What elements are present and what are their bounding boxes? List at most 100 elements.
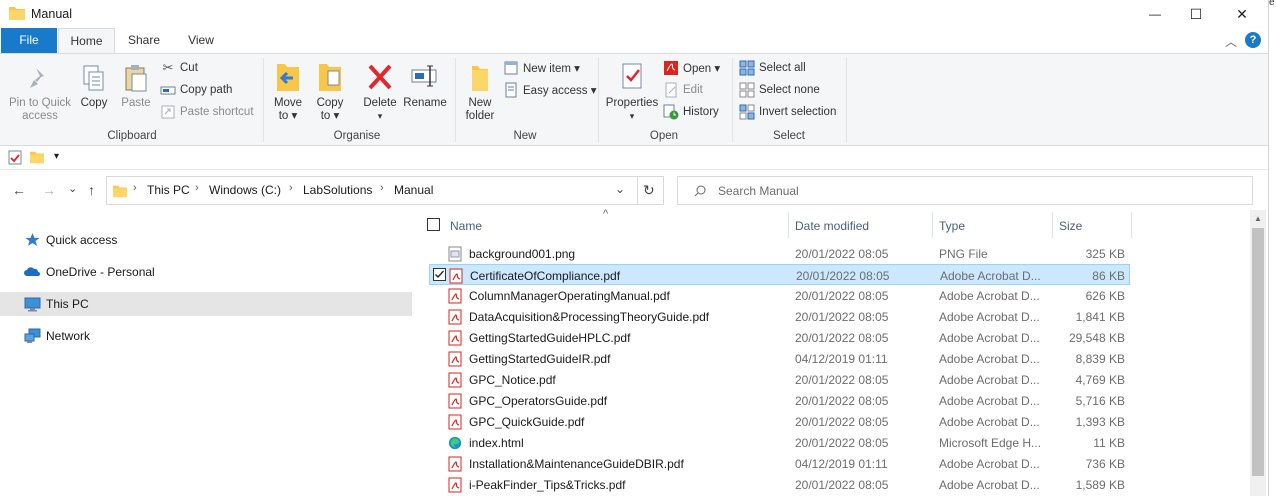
- invert-selection-button[interactable]: Invert selection: [739, 102, 836, 122]
- new-folder-icon: [472, 66, 488, 91]
- new-item-button[interactable]: New item ▾: [503, 58, 580, 78]
- search-icon: [694, 185, 706, 197]
- open-button[interactable]: Open ▾: [663, 58, 720, 78]
- network-icon: [24, 328, 41, 343]
- pdf-file-icon: [448, 309, 462, 325]
- paste-button[interactable]: Paste: [118, 64, 154, 110]
- new-folder-icon[interactable]: [30, 150, 44, 164]
- file-row[interactable]: index.html 20/01/2022 08:05 Microsoft Edge…: [429, 432, 1129, 453]
- refresh-button[interactable]: ↻: [643, 182, 655, 199]
- file-row[interactable]: GettingStartedGuideIR.pdf 04/12/2019 01:1…: [429, 348, 1129, 369]
- column-divider[interactable]: [932, 212, 933, 238]
- easy-access-button[interactable]: Easy access ▾: [503, 80, 597, 100]
- pdf-file-icon: [448, 288, 462, 304]
- file-row[interactable]: i-PeakFinder_Tips&Tricks.pdf 20/01/2022 0…: [429, 474, 1129, 495]
- properties-icon: [622, 63, 642, 89]
- group-label-select: Select: [773, 130, 805, 142]
- window-title: Manual: [31, 7, 72, 21]
- file-row[interactable]: GPC_QuickGuide.pdf 20/01/2022 08:05 Adobe …: [429, 411, 1129, 432]
- move-to-button[interactable]: Move to ▾: [270, 60, 306, 123]
- nav-item-network[interactable]: Network: [0, 324, 412, 348]
- file-row[interactable]: DataAcquisition&ProcessingTheoryGuide.pd…: [429, 306, 1129, 327]
- address-bar[interactable]: › This PC › Windows (C:) › LabSolutions …: [106, 176, 664, 205]
- copy-path-button[interactable]: Copy path: [160, 80, 232, 100]
- collapse-ribbon-icon[interactable]: ︿: [1225, 33, 1237, 50]
- file-size: 29,548 KB: [1068, 331, 1125, 345]
- forward-button[interactable]: →: [42, 182, 56, 198]
- file-row[interactable]: Installation&MaintenanceGuideDBIR.pdf 04/…: [429, 453, 1129, 474]
- delete-button[interactable]: Delete ▾: [362, 60, 398, 123]
- copy-button[interactable]: Copy: [76, 64, 112, 110]
- column-header-date-modified[interactable]: Date modified: [795, 212, 932, 240]
- close-button[interactable]: ✕: [1219, 0, 1265, 28]
- ribbon: Pin to Quick access Copy Paste ✂ Cut Cop…: [0, 53, 1268, 146]
- pin-to-quick-access-button[interactable]: Pin to Quick access: [5, 64, 75, 123]
- pin-icon: [30, 68, 44, 88]
- cut-button[interactable]: ✂ Cut: [160, 58, 198, 78]
- file-size: 8,839 KB: [1075, 352, 1125, 366]
- nav-item-this-pc[interactable]: This PC: [0, 292, 412, 316]
- tab-share[interactable]: Share: [121, 28, 167, 53]
- column-header-name[interactable]: Name: [450, 212, 785, 240]
- file-row[interactable]: background001.png 20/01/2022 08:05 PNG Fil…: [429, 243, 1129, 264]
- nav-item-onedrive[interactable]: OneDrive - Personal: [0, 260, 412, 284]
- edit-button[interactable]: Edit: [663, 80, 703, 100]
- file-row[interactable]: GPC_OperatorsGuide.pdf 20/01/2022 08:05 Ad…: [429, 390, 1129, 411]
- computer-icon: [24, 297, 41, 312]
- file-type: Adobe Acrobat D...: [939, 478, 1040, 492]
- file-row[interactable]: GettingStartedGuideHPLC.pdf 20/01/2022 08…: [429, 327, 1129, 348]
- new-folder-button[interactable]: New folder: [460, 60, 500, 123]
- nav-item-quick-access[interactable]: Quick access: [0, 228, 412, 252]
- history-button[interactable]: History: [663, 102, 719, 122]
- vertical-scrollbar[interactable]: ▲: [1250, 210, 1266, 496]
- customize-toolbar-dropdown[interactable]: ▾: [54, 151, 59, 162]
- column-header-type[interactable]: Type: [939, 212, 1051, 240]
- recent-locations-button[interactable]: ⌄: [68, 182, 77, 195]
- tab-file[interactable]: File: [1, 28, 57, 53]
- scroll-up-arrow-icon[interactable]: ▲: [1254, 214, 1262, 223]
- scrollbar-thumb[interactable]: [1252, 228, 1264, 476]
- copy-icon: [83, 65, 104, 91]
- breadcrumb-manual[interactable]: Manual: [394, 183, 433, 197]
- minimize-button[interactable]: —: [1132, 0, 1178, 28]
- paste-shortcut-icon: [161, 105, 175, 119]
- properties-button[interactable]: Properties ▾: [604, 60, 660, 123]
- back-button[interactable]: ←: [12, 182, 26, 198]
- breadcrumb-labsolutions[interactable]: LabSolutions: [303, 183, 372, 197]
- file-row[interactable]: ColumnManagerOperatingManual.pdf 20/01/20…: [429, 285, 1129, 306]
- column-divider[interactable]: [1131, 212, 1132, 238]
- file-explorer-window: Manual — ☐ ✕ File Home Share View ︿ ? Pi…: [0, 0, 1268, 496]
- file-size: 4,769 KB: [1075, 373, 1125, 387]
- select-all-checkbox[interactable]: [427, 218, 440, 231]
- help-button[interactable]: ?: [1245, 32, 1261, 48]
- paste-shortcut-button[interactable]: Paste shortcut: [160, 102, 254, 122]
- file-type: Adobe Acrobat D...: [939, 415, 1040, 429]
- tab-view[interactable]: View: [178, 28, 224, 53]
- up-button[interactable]: ↑: [88, 182, 95, 198]
- select-all-icon: [739, 60, 755, 76]
- copy-to-button[interactable]: Copy to ▾: [312, 60, 348, 123]
- file-row[interactable]: CertificateOfCompliance.pdf 20/01/2022 08…: [429, 264, 1130, 285]
- breadcrumb-this-pc[interactable]: This PC: [147, 183, 190, 197]
- row-checkbox[interactable]: [433, 268, 446, 281]
- column-header-size[interactable]: Size: [1059, 212, 1129, 240]
- select-none-button[interactable]: Select none: [739, 80, 820, 100]
- divider: [637, 177, 638, 204]
- breadcrumb-windows-c[interactable]: Windows (C:): [209, 183, 281, 197]
- file-name: ColumnManagerOperatingManual.pdf: [469, 289, 670, 303]
- rename-button[interactable]: Rename: [403, 60, 447, 110]
- search-box[interactable]: Search Manual: [677, 176, 1253, 205]
- group-label-new: New: [513, 130, 537, 142]
- select-all-button[interactable]: Select all: [739, 58, 806, 78]
- file-row[interactable]: GPC_Notice.pdf 20/01/2022 08:05 Adobe Acro…: [429, 369, 1129, 390]
- tab-home[interactable]: Home: [58, 28, 115, 54]
- file-date-modified: 20/01/2022 08:05: [795, 415, 889, 429]
- address-dropdown-button[interactable]: ⌄: [615, 182, 625, 196]
- column-divider[interactable]: [788, 212, 789, 238]
- file-date-modified: 04/12/2019 01:11: [795, 352, 888, 366]
- image-file-icon: [448, 246, 462, 262]
- properties-icon[interactable]: [8, 150, 22, 165]
- maximize-button[interactable]: ☐: [1173, 0, 1219, 28]
- easy-access-icon: [505, 82, 517, 98]
- column-divider[interactable]: [1052, 212, 1053, 238]
